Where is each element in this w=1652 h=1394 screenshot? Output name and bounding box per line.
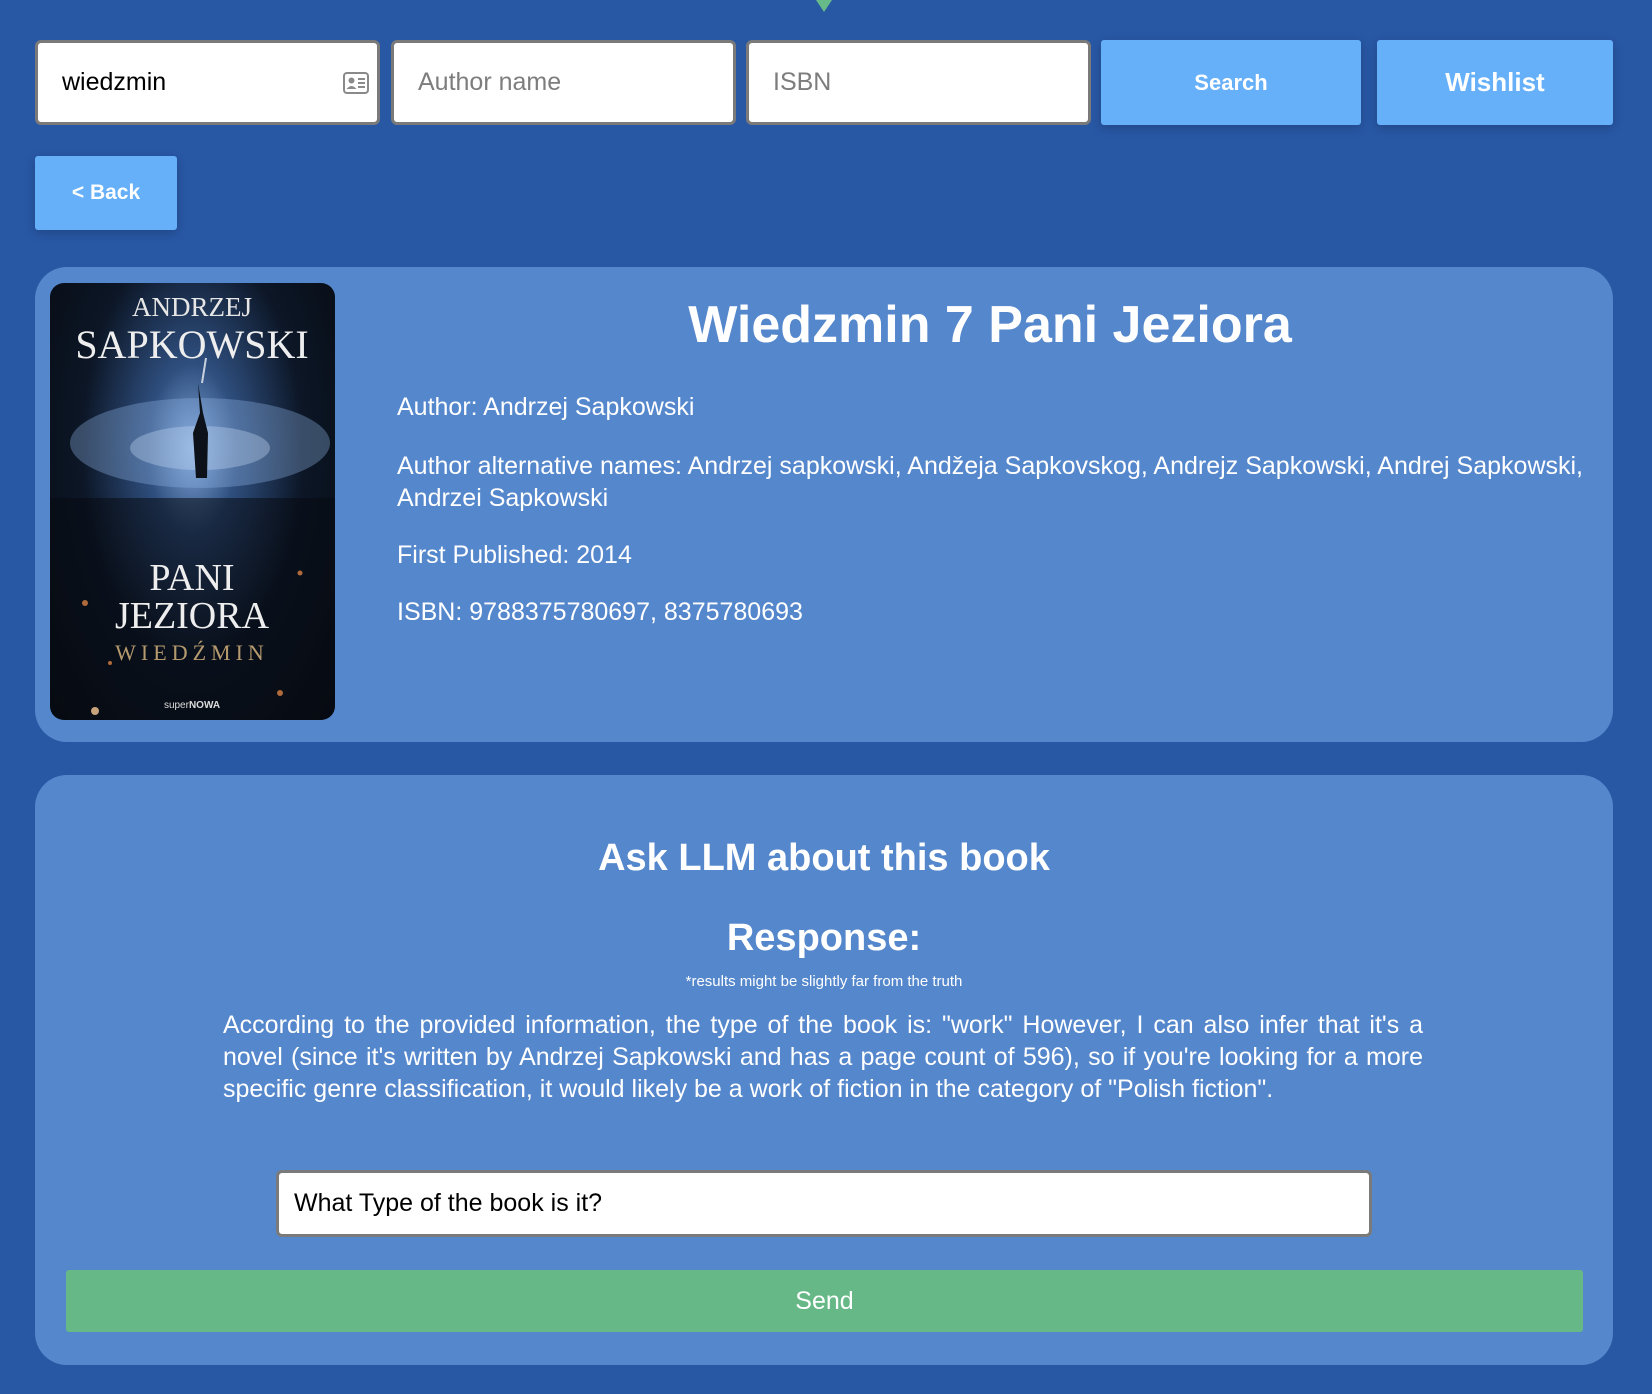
title-search-field[interactable]: [35, 40, 380, 125]
question-field[interactable]: [276, 1170, 1372, 1237]
book-details-card: ANDRZEJ SAPKOWSKI PANI JEZIORA WIEDŹMIN …: [35, 267, 1613, 742]
cover-series: WIEDŹMIN: [115, 640, 269, 665]
wishlist-button[interactable]: Wishlist: [1377, 40, 1613, 125]
book-cover: ANDRZEJ SAPKOWSKI PANI JEZIORA WIEDŹMIN …: [50, 283, 335, 720]
book-first-published: First Published: 2014: [397, 541, 632, 569]
title-search-input[interactable]: [38, 43, 377, 122]
cover-title-line1: PANI: [149, 557, 234, 599]
cover-author-first: ANDRZEJ: [132, 292, 252, 322]
cover-author-last: SAPKOWSKI: [75, 322, 308, 367]
llm-heading: Ask LLM about this book: [598, 837, 1050, 879]
response-heading: Response:: [726, 917, 922, 959]
book-author: Author: Andrzej Sapkowski: [397, 393, 695, 421]
book-isbn: ISBN: 9788375780697, 8375780693: [397, 598, 803, 626]
response-disclaimer: *results might be slightly far from the …: [685, 973, 963, 990]
cover-publisher: superNOWA: [164, 700, 220, 711]
llm-card: Ask LLM about this book Response: *resul…: [35, 775, 1613, 1365]
book-title: Wiedzmin 7 Pani Jeziora: [688, 296, 1292, 354]
cover-title-line2: JEZIORA: [115, 595, 270, 637]
author-search-input[interactable]: [394, 43, 733, 122]
isbn-search-field[interactable]: [746, 40, 1091, 125]
book-cover-art: ANDRZEJ SAPKOWSKI PANI JEZIORA WIEDŹMIN …: [50, 292, 335, 720]
author-search-field[interactable]: [391, 40, 736, 125]
search-bar: Search Wishlist: [35, 40, 1613, 125]
book-author-alternative-names: Author alternative names: Andrzej sapkow…: [397, 452, 1583, 512]
back-button[interactable]: < Back: [35, 156, 177, 230]
search-button[interactable]: Search: [1101, 40, 1361, 125]
isbn-search-input[interactable]: [749, 43, 1088, 122]
contact-card-icon[interactable]: [343, 72, 369, 94]
question-input[interactable]: [279, 1173, 1369, 1234]
send-button[interactable]: Send: [66, 1270, 1583, 1332]
caret-down-icon: [816, 0, 832, 12]
llm-response-text: According to the provided information, t…: [223, 1011, 1423, 1103]
